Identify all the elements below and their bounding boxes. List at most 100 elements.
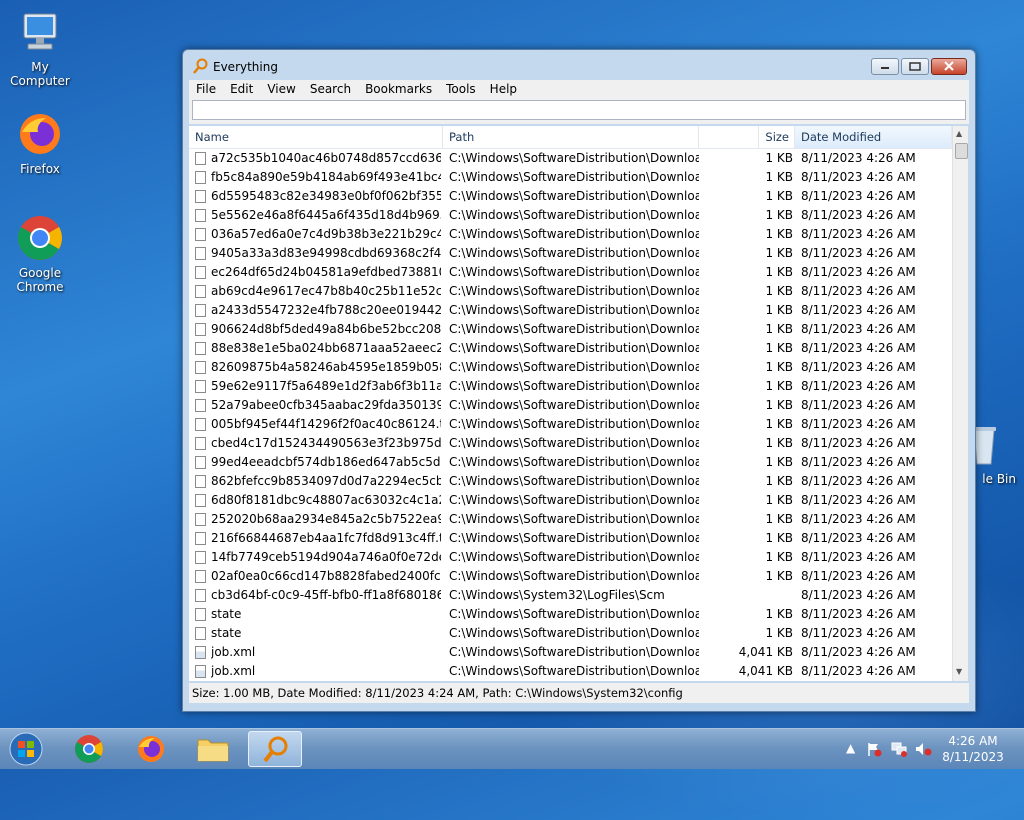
file-icon	[195, 551, 206, 564]
cell-size: 1 KB	[765, 607, 793, 621]
cell-name: cbed4c17d152434490563e3f23b975d4.tmp	[211, 436, 441, 450]
taskbar-chrome[interactable]	[62, 731, 116, 767]
file-icon	[195, 570, 206, 583]
file-icon	[195, 304, 206, 317]
cell-size: 1 KB	[765, 322, 793, 336]
table-row[interactable]: 14fb7749ceb5194d904a746a0f0e72de.tmp C:\W…	[189, 548, 952, 567]
table-row[interactable]: ab69cd4e9617ec47b8b40c25b11e52ca.tmp C:\W…	[189, 282, 952, 301]
search-input[interactable]	[192, 100, 966, 120]
table-row[interactable]: job.xml C:\Windows\SoftwareDistribution\D…	[189, 643, 952, 662]
cell-name: job.xml	[211, 664, 256, 678]
table-row[interactable]: 6d80f8181dbc9c48807ac63032c4c1a2.tmp C:\W…	[189, 491, 952, 510]
desktop-icon-my-computer[interactable]: My Computer	[0, 8, 80, 88]
table-row[interactable]: 82609875b4a58246ab4595e1859b058f.tmp C:\W…	[189, 358, 952, 377]
cell-size: 1 KB	[765, 436, 793, 450]
file-icon	[195, 190, 206, 203]
table-row[interactable]: cb3d64bf-c0c9-45ff-bfb0-ff1a8f680186 C:\W…	[189, 586, 952, 605]
scroll-down-arrow-icon[interactable]: ▼	[956, 667, 962, 676]
clock-date: 8/11/2023	[942, 750, 1004, 764]
maximize-button[interactable]	[901, 58, 929, 75]
menu-bar: File Edit View Search Bookmarks Tools Help	[189, 80, 969, 98]
menu-view[interactable]: View	[260, 80, 302, 98]
minimize-button[interactable]	[871, 58, 899, 75]
action-center-flag-icon[interactable]	[866, 741, 882, 760]
file-icon	[195, 285, 206, 298]
desktop-icon-firefox[interactable]: Firefox	[0, 110, 80, 176]
scroll-up-arrow-icon[interactable]: ▲	[956, 129, 962, 138]
vertical-scrollbar[interactable]: ▲ ▼	[952, 126, 968, 681]
system-clock[interactable]: 4:26 AM 8/11/2023	[938, 733, 1008, 765]
cell-path: C:\Windows\SoftwareDistribution\Download…	[449, 417, 699, 431]
column-date-modified[interactable]: Date Modified	[795, 126, 952, 148]
table-row[interactable]: 005bf945ef44f14296f2f0ac40c86124.tmp C:\W…	[189, 415, 952, 434]
file-icon	[195, 209, 206, 222]
taskbar-everything[interactable]	[248, 731, 302, 767]
menu-search[interactable]: Search	[303, 80, 358, 98]
table-row[interactable]: a2433d5547232e4fb788c20ee0194425.tmp C:\W…	[189, 301, 952, 320]
file-icon	[195, 399, 206, 412]
cell-date-modified: 8/11/2023 4:26 AM	[801, 436, 916, 450]
table-row[interactable]: cbed4c17d152434490563e3f23b975d4.tmp C:\W…	[189, 434, 952, 453]
table-row[interactable]: a72c535b1040ac46b0748d857ccd636f.tmp C:\W…	[189, 149, 952, 168]
desktop-icon-chrome[interactable]: Google Chrome	[0, 214, 80, 294]
table-row[interactable]: 6d5595483c82e34983e0bf0f062bf355.tmp C:\W…	[189, 187, 952, 206]
column-size[interactable]: Size	[699, 126, 795, 148]
menu-tools[interactable]: Tools	[439, 80, 483, 98]
column-name[interactable]: Name	[189, 126, 443, 148]
show-hidden-icons-icon[interactable]: ▲	[846, 741, 855, 755]
taskbar-firefox[interactable]	[124, 731, 178, 767]
table-row[interactable]: state C:\Windows\SoftwareDistribution\Dow…	[189, 605, 952, 624]
table-row[interactable]: ec264df65d24b04581a9efdbed738810.tmp C:\W…	[189, 263, 952, 282]
table-row[interactable]: 52a79abee0cfb345aabac29fda350139.tmp C:\W…	[189, 396, 952, 415]
cell-name: 52a79abee0cfb345aabac29fda350139.tmp	[211, 398, 441, 412]
cell-size: 1 KB	[765, 360, 793, 374]
cell-size: 1 KB	[765, 417, 793, 431]
cell-name: cb3d64bf-c0c9-45ff-bfb0-ff1a8f680186	[211, 588, 441, 602]
start-button[interactable]	[6, 730, 46, 768]
file-icon	[195, 418, 206, 431]
table-row[interactable]: 906624d8bf5ded49a84b6be52bcc208d.tmp C:\W…	[189, 320, 952, 339]
menu-help[interactable]: Help	[483, 80, 524, 98]
table-row[interactable]: state C:\Windows\SoftwareDistribution\Dow…	[189, 624, 952, 643]
file-icon	[195, 266, 206, 279]
menu-file[interactable]: File	[189, 80, 223, 98]
scrollbar-thumb[interactable]	[955, 143, 968, 159]
everything-search-icon	[263, 736, 288, 763]
network-icon[interactable]	[890, 741, 908, 760]
cell-date-modified: 8/11/2023 4:26 AM	[801, 512, 916, 526]
cell-size: 1 KB	[765, 474, 793, 488]
cell-date-modified: 8/11/2023 4:26 AM	[801, 417, 916, 431]
clock-time: 4:26 AM	[948, 734, 998, 748]
menu-bookmarks[interactable]: Bookmarks	[358, 80, 439, 98]
table-row[interactable]: 59e62e9117f5a6489e1d2f3ab6f3b11a.tmp C:\W…	[189, 377, 952, 396]
table-row[interactable]: 862bfefcc9b8534097d0d7a2294ec5cb.tmp C:\W…	[189, 472, 952, 491]
cell-name: 02af0ea0c66cd147b8828fabed2400fc.tmp	[211, 569, 441, 583]
volume-muted-icon[interactable]	[914, 741, 932, 760]
table-row[interactable]: 5e5562e46a8f6445a6f435d18d4b9695.tmp C:\W…	[189, 206, 952, 225]
table-row[interactable]: 88e838e1e5ba024bb6871aaa52aeec28.tmp C:\W…	[189, 339, 952, 358]
cell-path: C:\Windows\SoftwareDistribution\Download…	[449, 265, 699, 279]
table-row[interactable]: 252020b68aa2934e845a2c5b7522ea9d.tmp C:\W…	[189, 510, 952, 529]
table-row[interactable]: 036a57ed6a0e7c4d9b38b3e221b29c43.tmp C:\W…	[189, 225, 952, 244]
table-row[interactable]: 02af0ea0c66cd147b8828fabed2400fc.tmp C:\W…	[189, 567, 952, 586]
chrome-icon	[16, 214, 64, 262]
file-icon	[195, 513, 206, 526]
menu-edit[interactable]: Edit	[223, 80, 260, 98]
table-row[interactable]: fb5c84a890e59b4184ab69f493e41bc4.tmp C:\W…	[189, 168, 952, 187]
cell-path: C:\Windows\SoftwareDistribution\Download…	[449, 512, 699, 526]
cell-path: C:\Windows\SoftwareDistribution\Download…	[449, 189, 699, 203]
file-icon	[195, 380, 206, 393]
table-row[interactable]: job.xml C:\Windows\SoftwareDistribution\D…	[189, 662, 952, 681]
close-button[interactable]	[931, 58, 967, 75]
window-titlebar[interactable]: Everything	[183, 50, 975, 80]
table-row[interactable]: 216f66844687eb4aa1fc7fd8d913c4ff.tmp C:\W…	[189, 529, 952, 548]
firefox-icon	[138, 736, 164, 762]
cell-name: 82609875b4a58246ab4595e1859b058f.tmp	[211, 360, 441, 374]
cell-date-modified: 8/11/2023 4:26 AM	[801, 474, 916, 488]
taskbar-explorer[interactable]	[186, 731, 240, 767]
table-row[interactable]: 99ed4eeadcbf574db186ed647ab5c5d9.tmp C:\W…	[189, 453, 952, 472]
file-icon	[195, 361, 206, 374]
column-path[interactable]: Path	[443, 126, 699, 148]
table-row[interactable]: 9405a33a3d83e94998cdbd69368c2f4b.tmp C:\W…	[189, 244, 952, 263]
file-icon	[195, 342, 206, 355]
